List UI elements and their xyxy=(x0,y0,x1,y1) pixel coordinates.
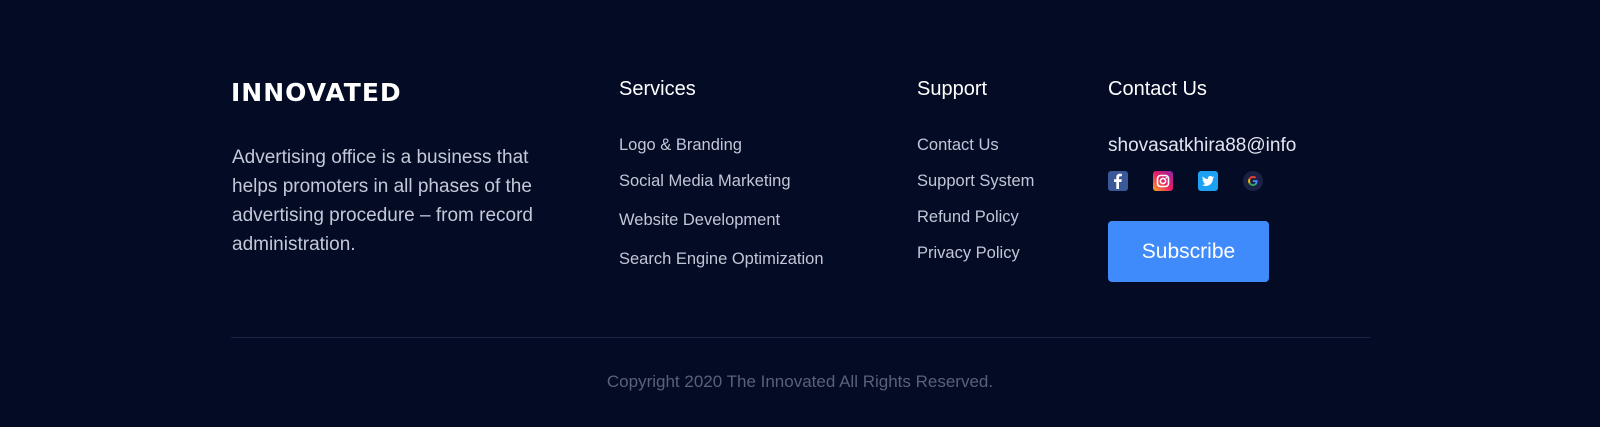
instagram-glyph xyxy=(1156,174,1170,188)
contact-email[interactable]: shovasatkhira88@info xyxy=(1108,135,1296,157)
support-link-refund-policy[interactable]: Refund Policy xyxy=(917,208,1019,227)
support-heading: Support xyxy=(917,78,988,100)
copyright-text: Copyright 2020 The Innovated All Rights … xyxy=(606,372,994,391)
subscribe-button[interactable]: Subscribe xyxy=(1108,221,1269,282)
contact-heading: Contact Us xyxy=(1108,78,1207,100)
google-icon[interactable] xyxy=(1243,171,1263,191)
twitter-icon[interactable] xyxy=(1198,171,1218,191)
facebook-glyph xyxy=(1114,173,1122,189)
services-link-seo[interactable]: Search Engine Optimization xyxy=(619,250,824,269)
services-heading: Services xyxy=(619,78,696,100)
services-link-social-media-marketing[interactable]: Social Media Marketing xyxy=(619,172,791,191)
support-link-support-system[interactable]: Support System xyxy=(917,172,1034,191)
brand-description: Advertising office is a business that he… xyxy=(232,147,533,255)
instagram-icon[interactable] xyxy=(1153,171,1173,191)
services-link-website-development[interactable]: Website Development xyxy=(619,211,780,230)
facebook-icon[interactable] xyxy=(1108,171,1128,191)
brand-logo: INNOVATED xyxy=(231,78,402,107)
footer-divider xyxy=(231,337,1370,338)
support-link-contact-us[interactable]: Contact Us xyxy=(917,136,999,155)
services-link-logo-branding[interactable]: Logo & Branding xyxy=(619,136,742,155)
google-glyph xyxy=(1248,176,1258,186)
twitter-glyph xyxy=(1202,176,1214,186)
support-link-privacy-policy[interactable]: Privacy Policy xyxy=(917,244,1020,263)
